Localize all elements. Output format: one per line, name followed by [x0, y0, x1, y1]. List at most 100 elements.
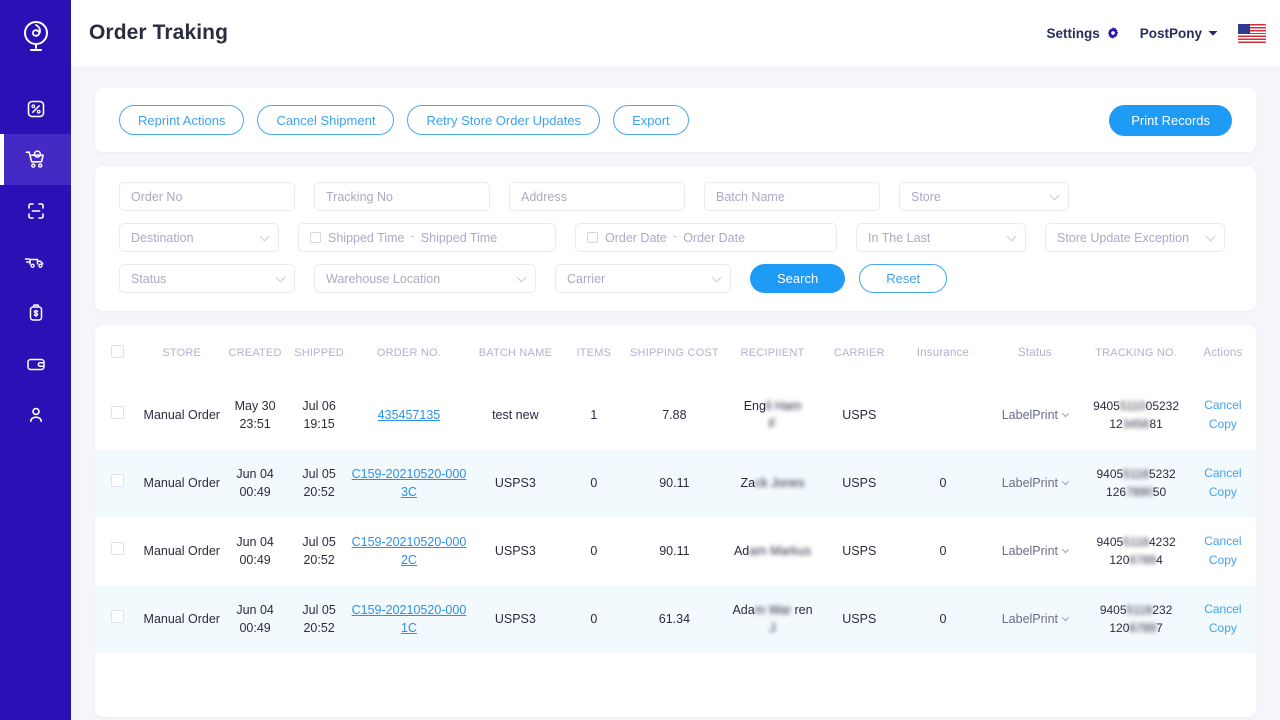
tracking-redacted: 5118 — [1126, 603, 1153, 617]
cell-actions[interactable]: Cancel Copy — [1190, 517, 1256, 585]
cell-order-no[interactable]: 435457135 — [351, 381, 467, 449]
cell-batch-name: USPS3 — [494, 544, 536, 558]
row-checkbox[interactable] — [111, 610, 125, 623]
select-all-checkbox[interactable] — [111, 345, 125, 358]
store-select[interactable]: Store — [899, 182, 1069, 211]
cell-created: Jun 04 00:49 — [236, 603, 274, 635]
sidebar-item-dashboard-stats[interactable] — [0, 83, 71, 134]
row-checkbox-cell[interactable] — [95, 517, 140, 585]
cell-shipped: Jul 05 20:52 — [302, 603, 336, 635]
header-actions: Settings PostPony — [1046, 23, 1266, 43]
cell-recipient: Eng li Ham F — [725, 381, 820, 449]
range-separator: - — [672, 228, 678, 243]
cancel-action-link[interactable]: Cancel — [1190, 396, 1256, 415]
order-no-input[interactable]: Order No — [119, 182, 295, 211]
batch-name-input[interactable]: Batch Name — [704, 182, 880, 211]
in-the-last-select[interactable]: In The Last — [856, 223, 1026, 252]
order-date-from-placeholder: Order Date — [605, 230, 667, 245]
sidebar-item-orders[interactable] — [0, 134, 71, 185]
order-no-placeholder: Order No — [131, 189, 183, 204]
row-checkbox-cell[interactable] — [95, 585, 140, 653]
status-dropdown[interactable]: LabelPrint — [1002, 544, 1070, 558]
copy-action-link[interactable]: Copy — [1190, 551, 1256, 570]
column-header-shipped: SHIPPED — [294, 347, 344, 359]
reprint-actions-button[interactable]: Reprint Actions — [119, 105, 245, 135]
column-header-checkbox[interactable] — [95, 325, 140, 381]
column-header-recipient: RECIPIIENT — [740, 347, 805, 359]
store-update-exception-select[interactable]: Store Update Exception — [1045, 223, 1225, 252]
table-row[interactable]: Manual Order Jun 04 00:49 Jul 05 20:52 C159… — [95, 585, 1256, 653]
tracking-redacted-2: 7890 — [1126, 485, 1153, 499]
status-dropdown[interactable]: LabelPrint — [1002, 476, 1070, 490]
chevron-down-icon — [259, 231, 270, 241]
cancel-shipment-button[interactable]: Cancel Shipment — [257, 105, 395, 135]
retry-store-order-updates-button[interactable]: Retry Store Order Updates — [407, 105, 601, 135]
cell-actions[interactable]: Cancel Copy — [1190, 381, 1256, 449]
cancel-action-link[interactable]: Cancel — [1190, 464, 1256, 483]
table-row[interactable]: Manual Order Jun 04 00:49 Jul 05 20:52 C159… — [95, 517, 1256, 585]
warehouse-location-select[interactable]: Warehouse Location — [314, 264, 536, 293]
account-label: PostPony — [1139, 25, 1202, 41]
filter-row-3: Status Warehouse Location Carrier Search… — [119, 264, 1232, 293]
sidebar-item-billing[interactable] — [0, 287, 71, 338]
export-button[interactable]: Export — [613, 105, 689, 135]
order-date-to-placeholder: Order Date — [683, 230, 746, 245]
cell-status[interactable]: LabelPrint — [987, 449, 1082, 517]
chevron-down-icon — [1061, 614, 1070, 622]
table-row[interactable]: Manual Order Jun 04 00:49 Jul 05 20:52 C159… — [95, 449, 1256, 517]
status-select[interactable]: Status — [119, 264, 295, 293]
address-input[interactable]: Address — [509, 182, 685, 211]
copy-action-link[interactable]: Copy — [1190, 415, 1256, 434]
cell-order-no[interactable]: C159-20210520-0003C — [351, 449, 467, 517]
account-menu[interactable]: PostPony — [1140, 26, 1218, 41]
order-no-link[interactable]: C159-20210520-0003C — [352, 467, 467, 499]
copy-action-link[interactable]: Copy — [1190, 619, 1256, 638]
sidebar-item-account[interactable] — [0, 389, 71, 440]
status-dropdown[interactable]: LabelPrint — [1002, 612, 1070, 626]
table-row[interactable]: Manual Order May 30 23:51 Jul 06 19:15 4354… — [95, 381, 1256, 449]
settings-button[interactable]: Settings — [1046, 26, 1119, 41]
order-no-link[interactable]: C159-20210520-0002C — [352, 535, 467, 567]
row-checkbox-cell[interactable] — [95, 381, 140, 449]
shipped-time-range[interactable]: Shipped Time - Shipped Time — [298, 223, 556, 252]
sidebar-item-wallet[interactable] — [0, 338, 71, 389]
us-flag-icon[interactable] — [1238, 23, 1266, 43]
destination-select[interactable]: Destination — [119, 223, 279, 252]
chevron-down-icon — [711, 272, 722, 282]
carrier-select[interactable]: Carrier — [555, 264, 731, 293]
row-checkbox[interactable] — [111, 542, 125, 555]
page-title: Order Traking — [89, 21, 229, 44]
cancel-action-link[interactable]: Cancel — [1190, 600, 1256, 619]
tracking-redacted: 5118 — [1123, 535, 1149, 549]
cell-order-no[interactable]: C159-20210520-0001C — [351, 585, 467, 653]
cell-actions[interactable]: Cancel Copy — [1190, 449, 1256, 517]
order-no-link[interactable]: C159-20210520-0001C — [352, 603, 467, 635]
order-date-range[interactable]: Order Date - Order Date — [575, 223, 837, 252]
row-checkbox[interactable] — [111, 474, 125, 487]
cell-status[interactable]: LabelPrint — [987, 381, 1082, 449]
cell-status[interactable]: LabelPrint — [987, 517, 1082, 585]
cancel-action-link[interactable]: Cancel — [1190, 532, 1256, 551]
chevron-down-icon — [275, 272, 286, 282]
search-button[interactable]: Search — [750, 264, 846, 293]
sidebar-item-scan[interactable] — [0, 185, 71, 236]
app-logo[interactable] — [0, 0, 71, 71]
recipient-visible-2: ren — [791, 603, 813, 617]
reset-button[interactable]: Reset — [859, 264, 948, 293]
column-header-items: ITEMS — [576, 347, 612, 359]
tracking-redacted: 5118 — [1123, 467, 1149, 481]
cell-actions[interactable]: Cancel Copy — [1190, 585, 1256, 653]
status-dropdown[interactable]: LabelPrint — [1002, 408, 1070, 422]
cell-status[interactable]: LabelPrint — [987, 585, 1082, 653]
row-checkbox[interactable] — [111, 406, 125, 419]
copy-action-link[interactable]: Copy — [1190, 483, 1256, 502]
order-no-link[interactable]: 435457135 — [378, 408, 441, 422]
tracking-no-input[interactable]: Tracking No — [314, 182, 490, 211]
row-checkbox-cell[interactable] — [95, 449, 140, 517]
sidebar-item-shipping[interactable] — [0, 236, 71, 287]
cell-store: Manual Order — [143, 544, 220, 558]
sidebar — [0, 0, 71, 720]
print-records-button[interactable]: Print Records — [1109, 104, 1232, 136]
cell-shipping-cost: 90.11 — [659, 544, 690, 558]
cell-order-no[interactable]: C159-20210520-0002C — [351, 517, 467, 585]
